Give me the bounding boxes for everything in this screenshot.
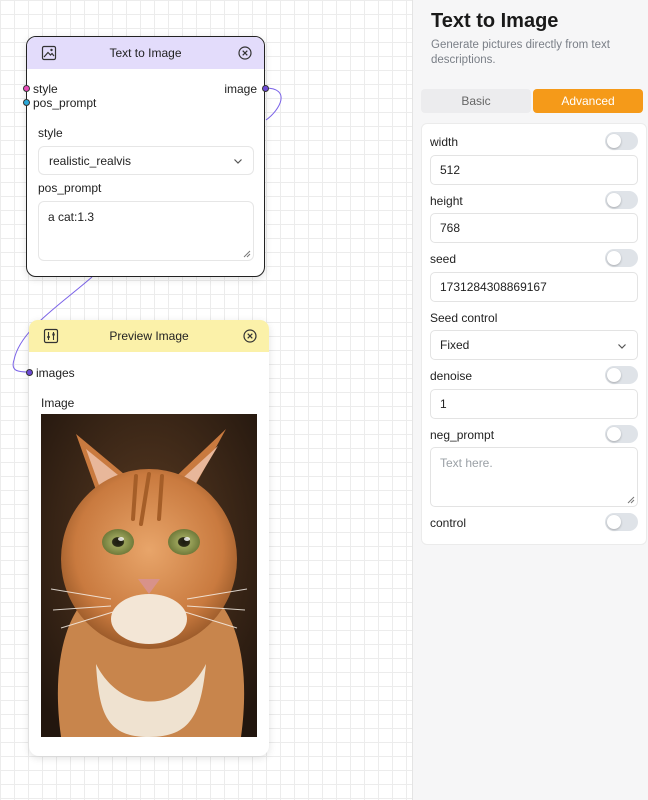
node-header[interactable]: Preview Image xyxy=(29,320,269,352)
control-toggle[interactable] xyxy=(605,513,638,531)
height-value: 768 xyxy=(440,221,461,235)
height-input[interactable]: 768 xyxy=(430,213,638,243)
seed-toggle[interactable] xyxy=(605,249,638,267)
port-dot-pos-prompt[interactable] xyxy=(22,98,30,106)
port-dot-style[interactable] xyxy=(22,84,30,92)
input-port-images: images xyxy=(36,366,75,380)
resize-handle-icon[interactable] xyxy=(627,496,635,504)
seed-label: seed xyxy=(430,252,457,266)
denoise-value: 1 xyxy=(440,397,447,411)
seed-control-label: Seed control xyxy=(430,311,498,325)
tab-advanced[interactable]: Advanced xyxy=(533,89,643,113)
input-port-style: style xyxy=(33,82,58,96)
denoise-input[interactable]: 1 xyxy=(430,389,638,419)
output-port-image: image xyxy=(224,82,257,96)
seed-control-select[interactable]: Fixed xyxy=(430,330,638,360)
tab-bar: Basic Advanced xyxy=(421,89,643,113)
port-dot-images[interactable] xyxy=(25,368,33,376)
graph-canvas[interactable]: Text to Image style pos_prompt image sty… xyxy=(0,0,412,800)
close-icon[interactable] xyxy=(243,329,257,343)
close-icon[interactable] xyxy=(238,46,252,60)
style-select-value: realistic_realvis xyxy=(49,153,132,168)
preview-image xyxy=(41,414,257,737)
pos-prompt-textarea[interactable]: a cat:1.3 xyxy=(38,201,254,261)
image-label: Image xyxy=(41,396,75,410)
panel-description: Generate pictures directly from text des… xyxy=(431,39,610,66)
wire-image-to-images xyxy=(264,87,282,121)
pos-prompt-label: pos_prompt xyxy=(38,181,102,195)
properties-panel: Text to Image Generate pictures directly… xyxy=(412,0,648,800)
width-toggle[interactable] xyxy=(605,132,638,150)
neg-prompt-toggle[interactable] xyxy=(605,425,638,443)
seed-input[interactable]: 1731284308869167 xyxy=(430,272,638,302)
panel-title: Text to Image xyxy=(431,10,559,32)
width-label: width xyxy=(430,135,459,149)
width-value: 512 xyxy=(440,163,461,177)
neg-prompt-textarea[interactable]: Text here. xyxy=(430,447,638,507)
node-title: Text to Image xyxy=(109,46,182,60)
preview-image-node[interactable]: Preview Image images Image xyxy=(25,320,269,756)
height-label: height xyxy=(430,194,463,208)
control-label: control xyxy=(430,516,467,530)
denoise-toggle[interactable] xyxy=(605,366,638,384)
tab-basic[interactable]: Basic xyxy=(421,89,531,113)
image-icon xyxy=(41,45,57,61)
input-port-pos-prompt: pos_prompt xyxy=(33,96,97,110)
port-dot-image[interactable] xyxy=(261,84,269,92)
text-to-image-node[interactable]: Text to Image style pos_prompt image sty… xyxy=(22,36,269,277)
style-select[interactable]: realistic_realvis xyxy=(38,146,254,175)
style-label: style xyxy=(38,126,63,140)
width-input[interactable]: 512 xyxy=(430,155,638,185)
seed-value: 1731284308869167 xyxy=(440,280,547,294)
cat-photo xyxy=(41,414,257,737)
seed-control-value: Fixed xyxy=(440,338,470,352)
denoise-label: denoise xyxy=(430,369,473,383)
chevron-down-icon xyxy=(234,159,242,164)
pos-prompt-text: a cat:1.3 xyxy=(48,210,95,224)
node-header[interactable]: Text to Image xyxy=(27,37,264,69)
advanced-settings-card: width 512 height 768 seed 17312843088691… xyxy=(421,123,647,545)
neg-prompt-placeholder: Text here. xyxy=(440,456,493,470)
sliders-icon xyxy=(43,328,59,344)
chevron-down-icon xyxy=(618,344,626,349)
height-toggle[interactable] xyxy=(605,191,638,209)
node-title: Preview Image xyxy=(109,329,189,343)
neg-prompt-label: neg_prompt xyxy=(430,428,495,442)
resize-handle-icon[interactable] xyxy=(243,250,251,258)
